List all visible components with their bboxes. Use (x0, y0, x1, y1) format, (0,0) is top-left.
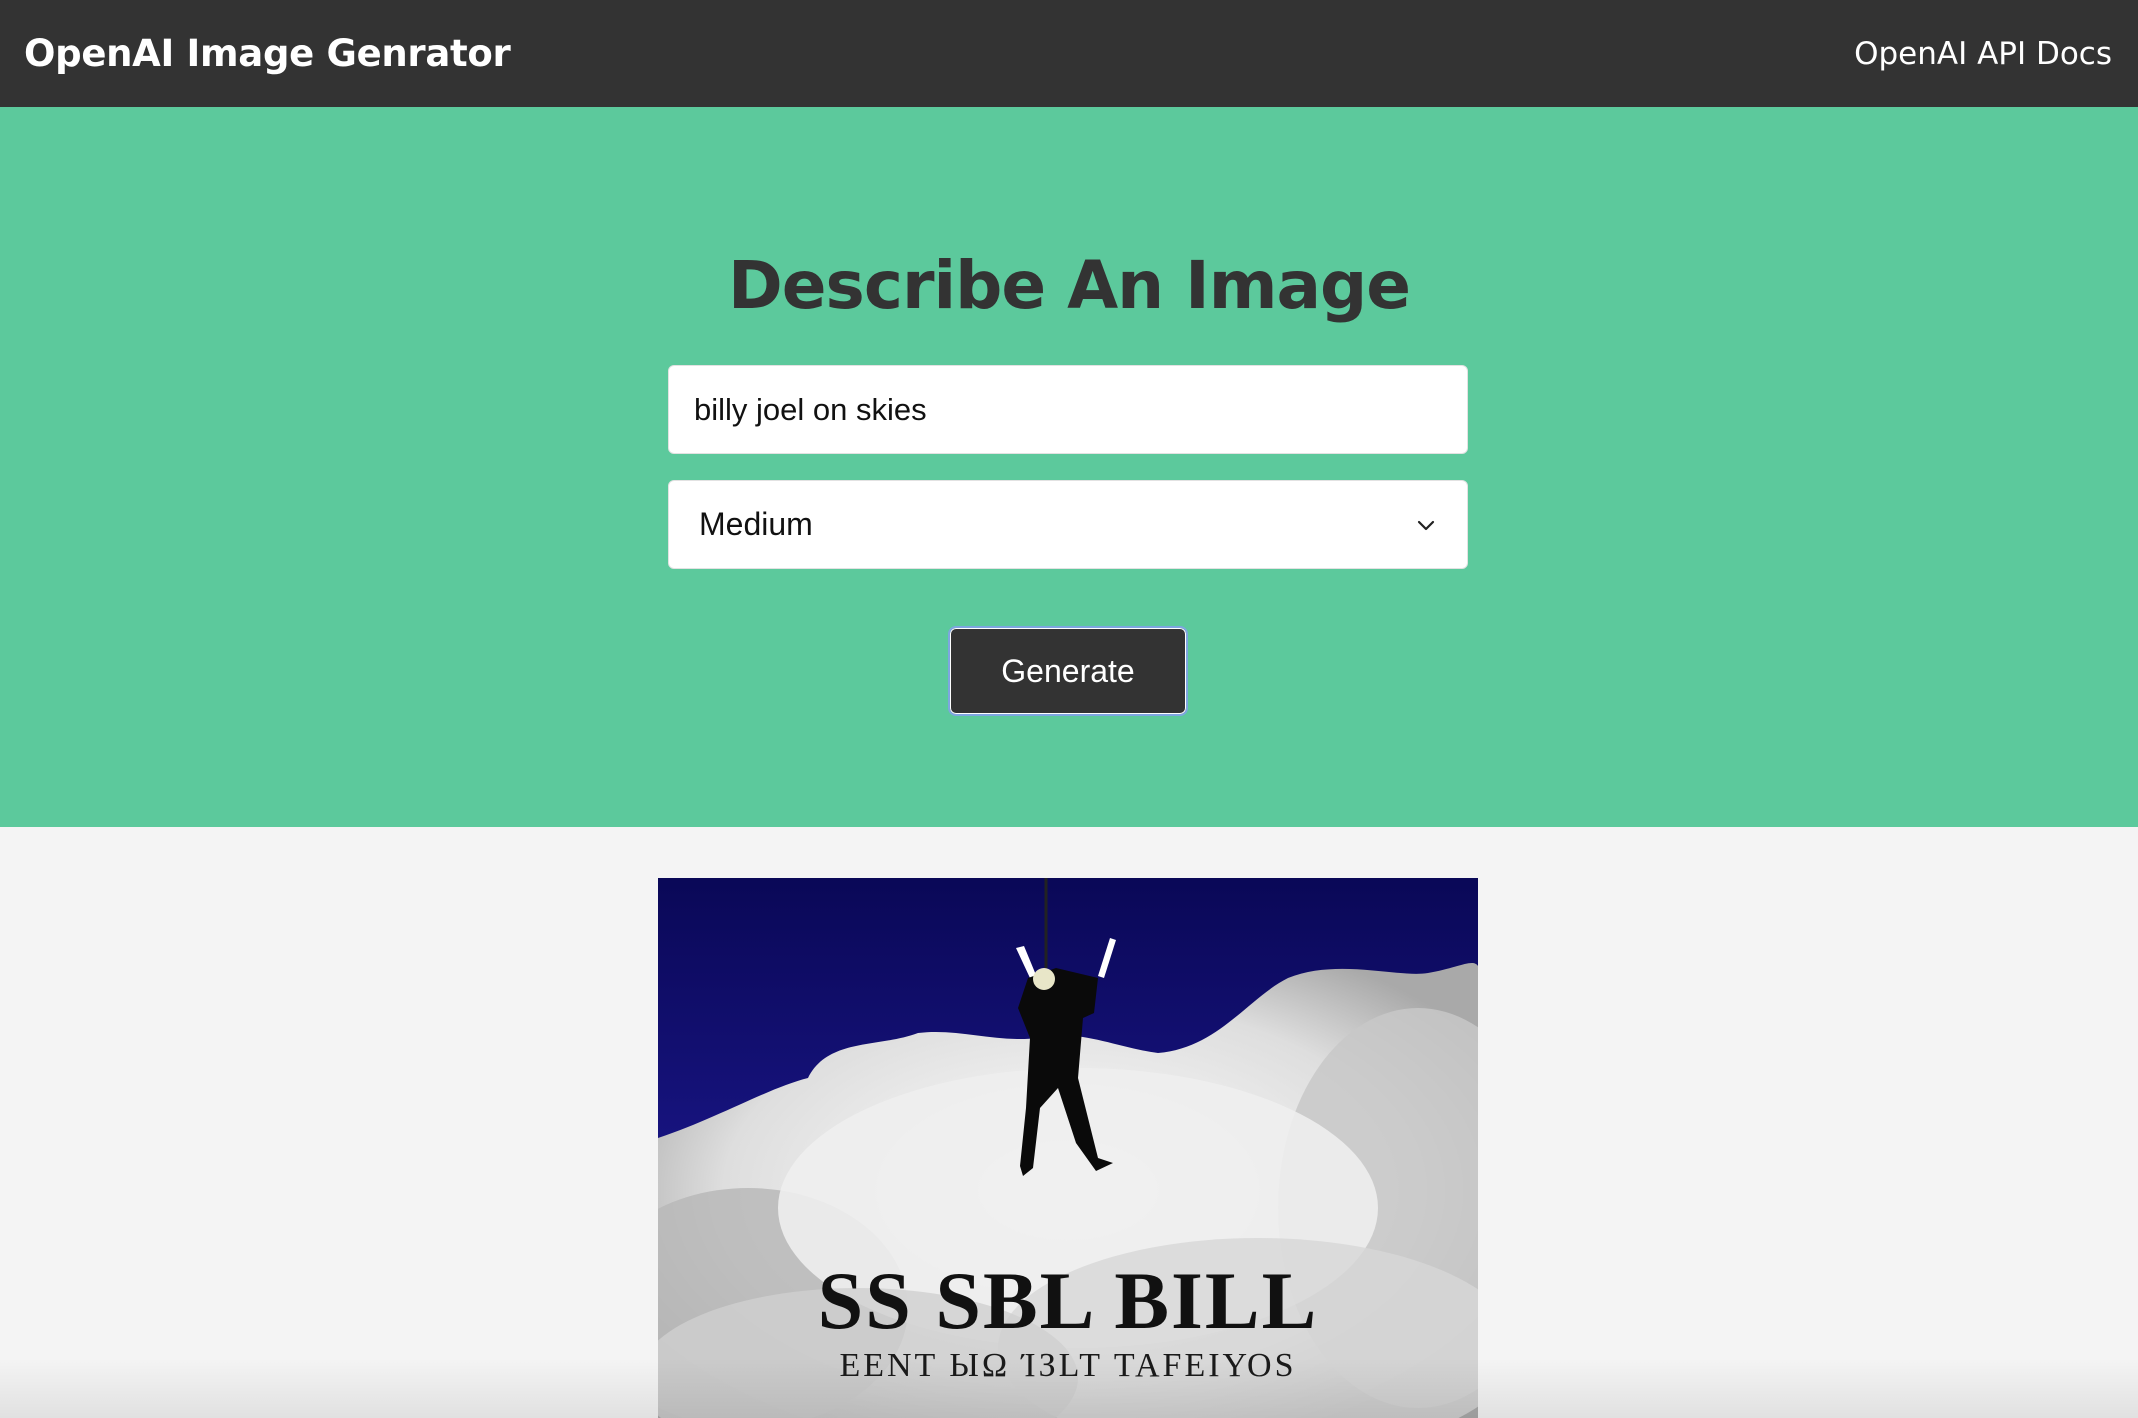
generated-image: SS SBL BILL EENT ЫΩ ΊЗLT ΤΑFΕΙΥΟS (658, 878, 1478, 1418)
brand-logo[interactable]: OpenAI Image Genrator (24, 32, 511, 75)
size-select[interactable]: Medium (668, 480, 1468, 569)
prompt-input[interactable] (668, 365, 1468, 454)
chevron-down-icon (1417, 520, 1435, 530)
generated-image-artwork: SS SBL BILL EENT ЫΩ ΊЗLT ΤΑFΕΙΥΟS (658, 878, 1478, 1418)
showcase-section: Describe An Image Medium Generate (0, 107, 2138, 827)
page-title: Describe An Image (727, 247, 1411, 324)
image-text-line2: EENT ЫΩ ΊЗLT ΤΑFΕΙΥΟS (839, 1347, 1296, 1384)
image-text-line1: SS SBL BILL (818, 1255, 1319, 1346)
api-docs-link[interactable]: OpenAI API Docs (1854, 36, 2112, 72)
generate-button[interactable]: Generate (948, 626, 1188, 716)
navbar: OpenAI Image Genrator OpenAI API Docs (0, 0, 2138, 107)
size-select-value: Medium (699, 506, 813, 542)
